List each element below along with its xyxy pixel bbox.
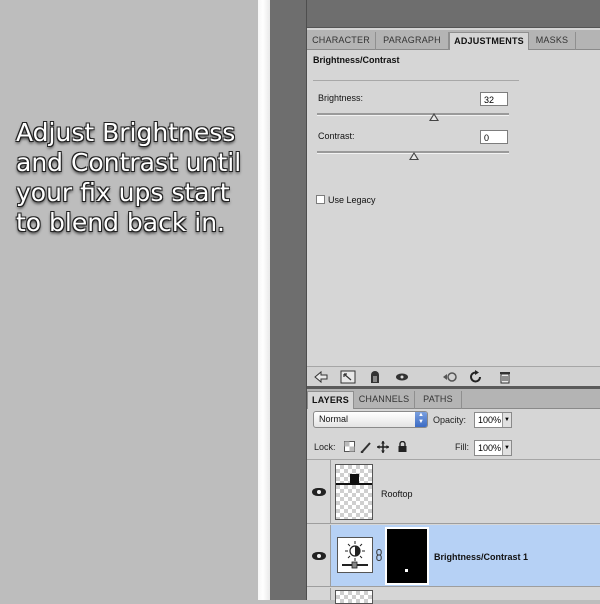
- chevron-down-icon[interactable]: ▼: [502, 413, 511, 427]
- previous-state-icon[interactable]: [441, 370, 457, 384]
- expand-view-icon[interactable]: [340, 370, 356, 384]
- layers-tab-row: LAYERS CHANNELS PATHS: [307, 389, 600, 409]
- divider: [313, 80, 519, 81]
- brightness-contrast-adjustment-icon: [337, 537, 373, 573]
- layer-name[interactable]: Brightness/Contrast 1: [434, 552, 528, 562]
- lock-transparent-pixels-icon[interactable]: [343, 441, 355, 453]
- tab-adjustments[interactable]: ADJUSTMENTS: [449, 32, 529, 50]
- tab-channels[interactable]: CHANNELS: [354, 391, 415, 409]
- reset-icon[interactable]: [468, 370, 484, 384]
- eye-icon[interactable]: [312, 488, 326, 496]
- trash-icon[interactable]: [497, 370, 513, 384]
- layer-name[interactable]: Rooftop: [381, 489, 413, 499]
- layer-row-partial[interactable]: [307, 588, 600, 604]
- layer-mask-thumbnail[interactable]: [385, 527, 429, 585]
- tab-masks[interactable]: MASKS: [529, 32, 576, 50]
- layer-thumbnail: [335, 590, 373, 604]
- layer-row-rooftop[interactable]: Rooftop: [307, 460, 600, 524]
- brightness-slider-track[interactable]: [317, 113, 509, 116]
- eye-icon[interactable]: [312, 552, 326, 560]
- blend-mode-value: Normal: [319, 414, 349, 424]
- brightness-input[interactable]: 32: [480, 92, 508, 106]
- back-arrow-icon[interactable]: [313, 370, 329, 384]
- tab-character[interactable]: CHARACTER: [307, 32, 376, 50]
- canvas-edge: [258, 0, 270, 600]
- roof-line: [336, 483, 372, 485]
- use-legacy-checkbox[interactable]: [316, 195, 325, 204]
- roof-chimney: [350, 474, 359, 483]
- visibility-eye-icon[interactable]: [394, 370, 410, 384]
- visibility-cell[interactable]: [307, 588, 331, 600]
- contrast-label: Contrast:: [318, 131, 355, 141]
- tab-paths[interactable]: PATHS: [415, 391, 462, 409]
- opacity-input[interactable]: 100% ▼: [474, 412, 512, 428]
- tab-layers[interactable]: LAYERS: [307, 391, 354, 409]
- mask-fill: [387, 529, 427, 583]
- use-legacy-label: Use Legacy: [328, 195, 376, 205]
- chevron-up-down-icon: ▲ ▼: [415, 412, 427, 427]
- fill-label: Fill:: [455, 442, 469, 452]
- fill-value: 100%: [478, 443, 502, 453]
- instruction-caption: Adjust Brightness and Contrast until you…: [16, 118, 242, 237]
- lock-all-icon[interactable]: [396, 440, 408, 453]
- photoshop-panels: CHARACTER PARAGRAPH ADJUSTMENTS MASKS Br…: [306, 0, 600, 604]
- mask-dot: [405, 569, 408, 572]
- adjustments-toolbar: [307, 366, 600, 386]
- layer-row-brightness-contrast[interactable]: Brightness/Contrast 1: [307, 525, 600, 587]
- contrast-slider-thumb[interactable]: [409, 152, 419, 160]
- brightness-label: Brightness:: [318, 93, 364, 103]
- adjustments-tab-row: CHARACTER PARAGRAPH ADJUSTMENTS MASKS: [307, 30, 600, 50]
- workspace-background: [270, 0, 306, 600]
- clip-to-layer-icon[interactable]: [367, 370, 383, 384]
- visibility-cell[interactable]: [307, 460, 331, 523]
- lock-image-pixels-icon[interactable]: [360, 441, 372, 454]
- instruction-area: [0, 0, 258, 600]
- opacity-value: 100%: [478, 415, 502, 425]
- layer-thumbnail: [335, 464, 373, 520]
- brightness-slider-thumb[interactable]: [429, 113, 439, 121]
- fill-input[interactable]: 100% ▼: [474, 440, 512, 456]
- blend-mode-select[interactable]: Normal ▲ ▼: [313, 411, 428, 428]
- lock-position-icon[interactable]: [377, 441, 389, 453]
- link-chain-icon[interactable]: [376, 548, 382, 561]
- tab-paragraph[interactable]: PARAGRAPH: [376, 32, 449, 50]
- chevron-down-icon[interactable]: ▼: [502, 441, 511, 455]
- opacity-label: Opacity:: [433, 415, 467, 425]
- panel-top-gap: [307, 0, 600, 28]
- lock-label: Lock:: [314, 442, 336, 452]
- visibility-cell[interactable]: [307, 525, 331, 586]
- adjustment-title: Brightness/Contrast: [313, 55, 400, 65]
- contrast-input[interactable]: 0: [480, 130, 508, 144]
